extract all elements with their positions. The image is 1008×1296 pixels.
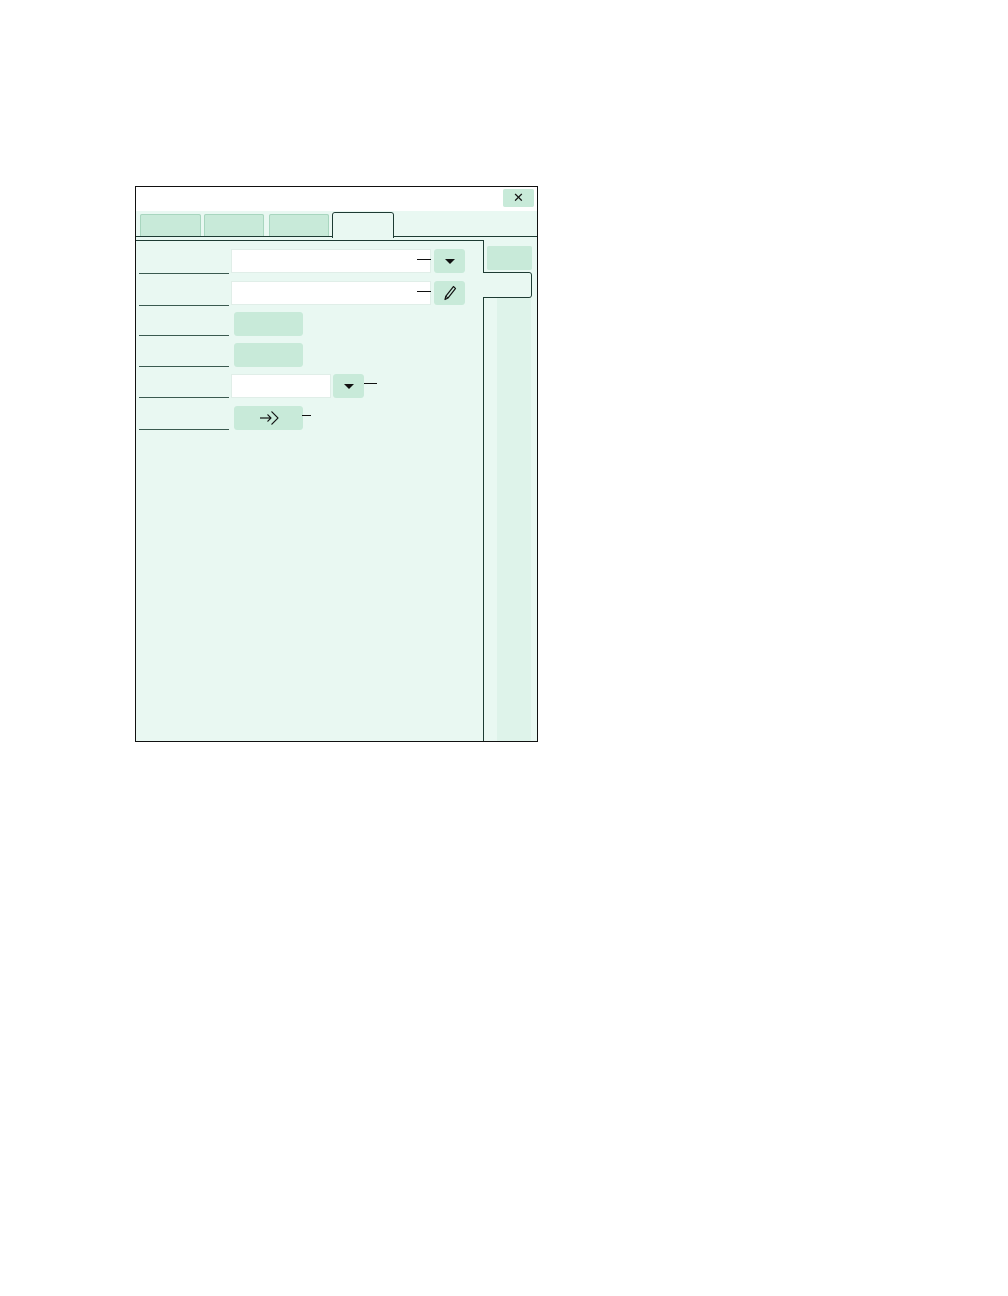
side-tab-2-active[interactable] [483,272,532,298]
close-button[interactable]: ✕ [503,189,534,207]
row-1-label [141,254,227,270]
chevron-down-icon [444,258,455,264]
chevron-down-icon [343,383,354,389]
row-4-underline [139,366,229,367]
tab-4-active[interactable] [332,212,394,238]
side-tab-1[interactable] [487,246,532,270]
pencil-icon [443,285,456,301]
row-6-callout-line [302,415,311,416]
row-3-label [141,316,227,332]
tab-1[interactable] [140,214,201,236]
row-4-button[interactable] [234,343,303,367]
tab-3[interactable] [269,214,329,236]
row-1-underline [139,273,229,274]
row-5-callout-line [364,383,377,384]
row-5-dropdown-field[interactable] [231,374,331,398]
row-5-dropdown-button[interactable] [333,374,364,398]
row-2-underline [139,305,229,306]
tab-2[interactable] [204,214,264,236]
row-2-callout-line [417,291,431,292]
row-5-underline [139,397,229,398]
row-1-dropdown-field[interactable] [231,249,431,273]
row-4-label [141,347,227,363]
row-2-label [141,286,227,302]
close-icon: ✕ [513,190,524,206]
side-tab-strip [497,298,531,741]
row-1-callout-line [417,259,431,260]
row-6-label [141,410,227,426]
row-2-text-field[interactable] [231,281,431,305]
content-panel [136,237,537,741]
row-5-label [141,378,227,394]
row-2-edit-button[interactable] [434,281,465,305]
panel-top-border [136,240,484,241]
row-6-underline [139,429,229,430]
panel-right-border [483,240,484,741]
title-bar [136,187,537,211]
row-3-underline [139,335,229,336]
row-1-dropdown-button[interactable] [434,249,465,273]
enter-arrow-icon [259,411,279,425]
row-3-button[interactable] [234,312,303,336]
row-6-enter-button[interactable] [234,406,303,430]
